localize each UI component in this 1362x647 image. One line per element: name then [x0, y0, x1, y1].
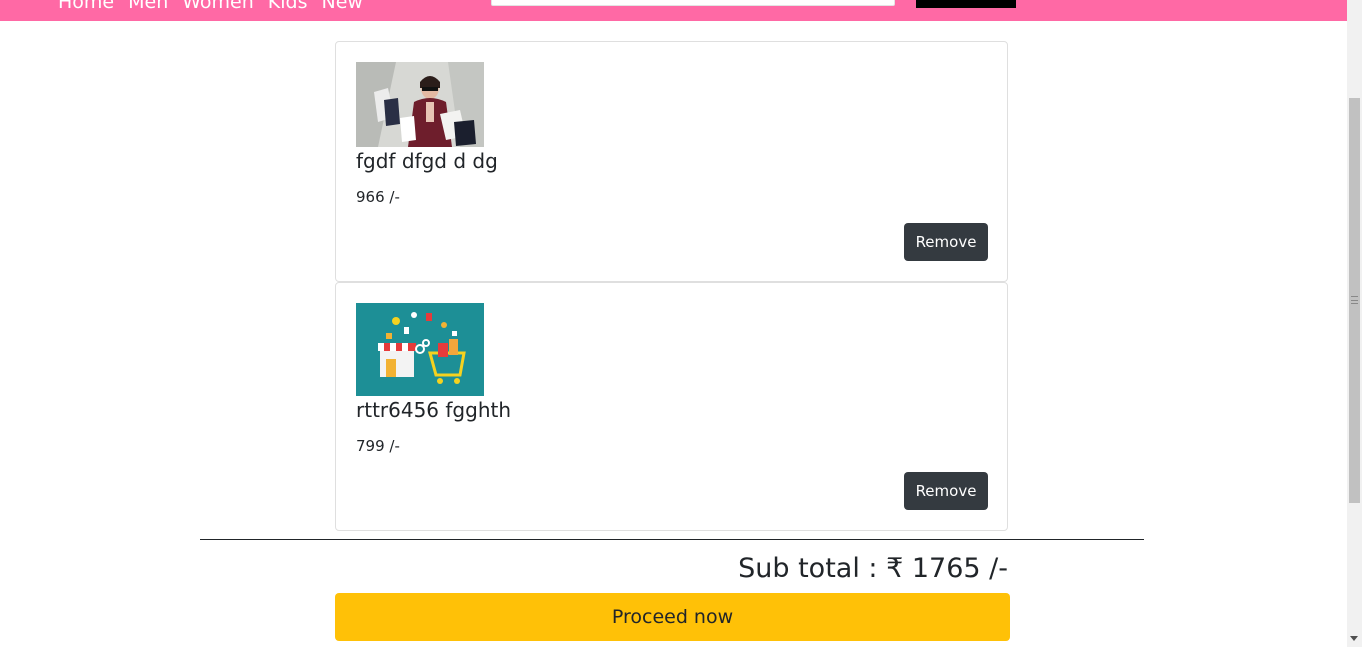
product-name: fgdf dfgd d dg	[356, 149, 498, 173]
product-price: 799 /-	[356, 437, 400, 455]
remove-button[interactable]: Remove	[904, 472, 988, 510]
product-price: 966 /-	[356, 188, 400, 206]
nav-link-women[interactable]: Women	[182, 0, 254, 13]
nav-links: Home Men Women Kids New	[58, 0, 363, 13]
nav-link-home[interactable]: Home	[58, 0, 114, 13]
remove-button[interactable]: Remove	[904, 223, 988, 261]
scrollbar-grip-icon	[1351, 296, 1358, 304]
top-navbar: Home Men Women Kids New	[0, 0, 1347, 21]
summary-divider	[200, 539, 1144, 540]
vertical-scrollbar[interactable]	[1347, 0, 1362, 647]
search-input[interactable]	[491, 0, 895, 6]
search-button[interactable]	[916, 0, 1016, 8]
scroll-down-arrow-icon[interactable]	[1350, 636, 1358, 641]
product-image	[356, 62, 484, 147]
proceed-button[interactable]: Proceed now	[335, 593, 1010, 641]
cart-item-card: rttr6456 fgghth 799 /- Remove	[335, 282, 1008, 531]
woman-shopping-bags-photo	[356, 62, 484, 147]
subtotal-text: Sub total : ₹ 1765 /-	[738, 553, 1008, 584]
online-store-cart-illustration	[356, 303, 484, 396]
nav-link-new[interactable]: New	[321, 0, 362, 13]
cart-item-card: fgdf dfgd d dg 966 /- Remove	[335, 41, 1008, 282]
product-image	[356, 303, 484, 396]
product-name: rttr6456 fgghth	[356, 398, 512, 422]
nav-link-kids[interactable]: Kids	[268, 0, 308, 13]
nav-link-men[interactable]: Men	[128, 0, 168, 13]
